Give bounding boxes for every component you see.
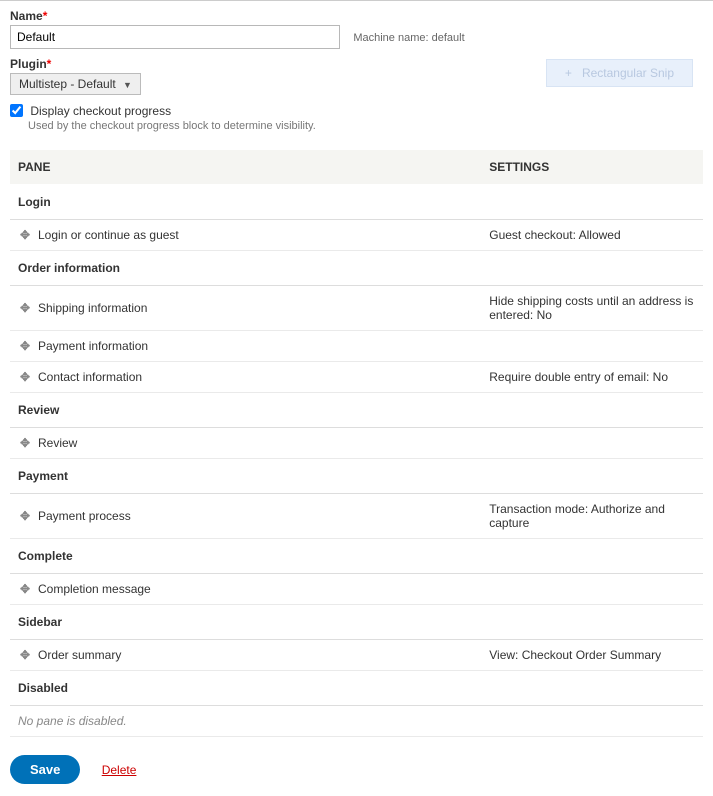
section-title: Sidebar [10,604,703,639]
pane-settings: Hide shipping costs until an address is … [481,285,703,330]
drag-handle-icon[interactable]: ✥ [18,301,32,315]
pane-settings: Transaction mode: Authorize and capture [481,493,703,538]
section-title: Order information [10,250,703,285]
table-row: ✥ Order summary View: Checkout Order Summa… [10,639,703,670]
pane-name: Payment information [38,339,148,353]
pane-settings: Guest checkout: Allowed [481,219,703,250]
plugin-label: Plugin [10,57,47,71]
pane-settings [481,573,703,604]
pane-name: Completion message [38,582,151,596]
section-title: Review [10,392,703,427]
drag-handle-icon[interactable]: ✥ [18,228,32,242]
col-pane: PANE [10,150,481,185]
pane-name: Payment process [38,509,131,523]
display-progress-label[interactable]: Display checkout progress [30,104,171,118]
display-progress-checkbox[interactable] [10,104,23,117]
table-row: ✥ Contact information Require double entry… [10,361,703,392]
section-title: Disabled [10,670,703,705]
save-button[interactable]: Save [10,755,80,784]
pane-settings [481,427,703,458]
delete-link[interactable]: Delete [102,763,137,777]
pane-name: Contact information [38,370,142,384]
plugin-select[interactable]: Multistep - Default ▼ [10,73,141,95]
table-row: ✥ Review [10,427,703,458]
drag-handle-icon[interactable]: ✥ [18,339,32,353]
plugin-select-value: Multistep - Default [19,77,116,91]
pane-name: Login or continue as guest [38,228,179,242]
plus-icon: + [565,66,572,80]
machine-name: Machine name: default [353,32,464,44]
name-label: Name [10,9,43,23]
pane-name: Shipping information [38,301,147,315]
table-row: ✥ Payment process Transaction mode: Author… [10,493,703,538]
panes-table: PANE SETTINGS Login ✥ Login or continue as… [10,150,703,737]
pane-settings: Require double entry of email: No [481,361,703,392]
section-title: Login [10,184,703,219]
chevron-down-icon: ▼ [123,80,132,90]
table-row: ✥ Payment information [10,330,703,361]
rectangular-snip-button[interactable]: +Rectangular Snip [546,59,693,87]
pane-name: Order summary [38,648,121,662]
table-row: ✥ Shipping information Hide shipping costs… [10,285,703,330]
table-row: ✥ Completion message [10,573,703,604]
section-title: Complete [10,538,703,573]
pane-settings: View: Checkout Order Summary [481,639,703,670]
name-input[interactable] [10,25,340,49]
empty-message: No pane is disabled. [10,705,703,736]
section-title: Payment [10,458,703,493]
display-progress-hint: Used by the checkout progress block to d… [28,120,703,132]
pane-settings [481,330,703,361]
pane-name: Review [38,436,77,450]
col-settings: SETTINGS [481,150,703,185]
drag-handle-icon[interactable]: ✥ [18,436,32,450]
drag-handle-icon[interactable]: ✥ [18,509,32,523]
required-marker: * [47,57,52,71]
table-row: ✥ Login or continue as guest Guest checkou… [10,219,703,250]
required-marker: * [43,9,48,23]
drag-handle-icon[interactable]: ✥ [18,370,32,384]
drag-handle-icon[interactable]: ✥ [18,648,32,662]
drag-handle-icon[interactable]: ✥ [18,582,32,596]
